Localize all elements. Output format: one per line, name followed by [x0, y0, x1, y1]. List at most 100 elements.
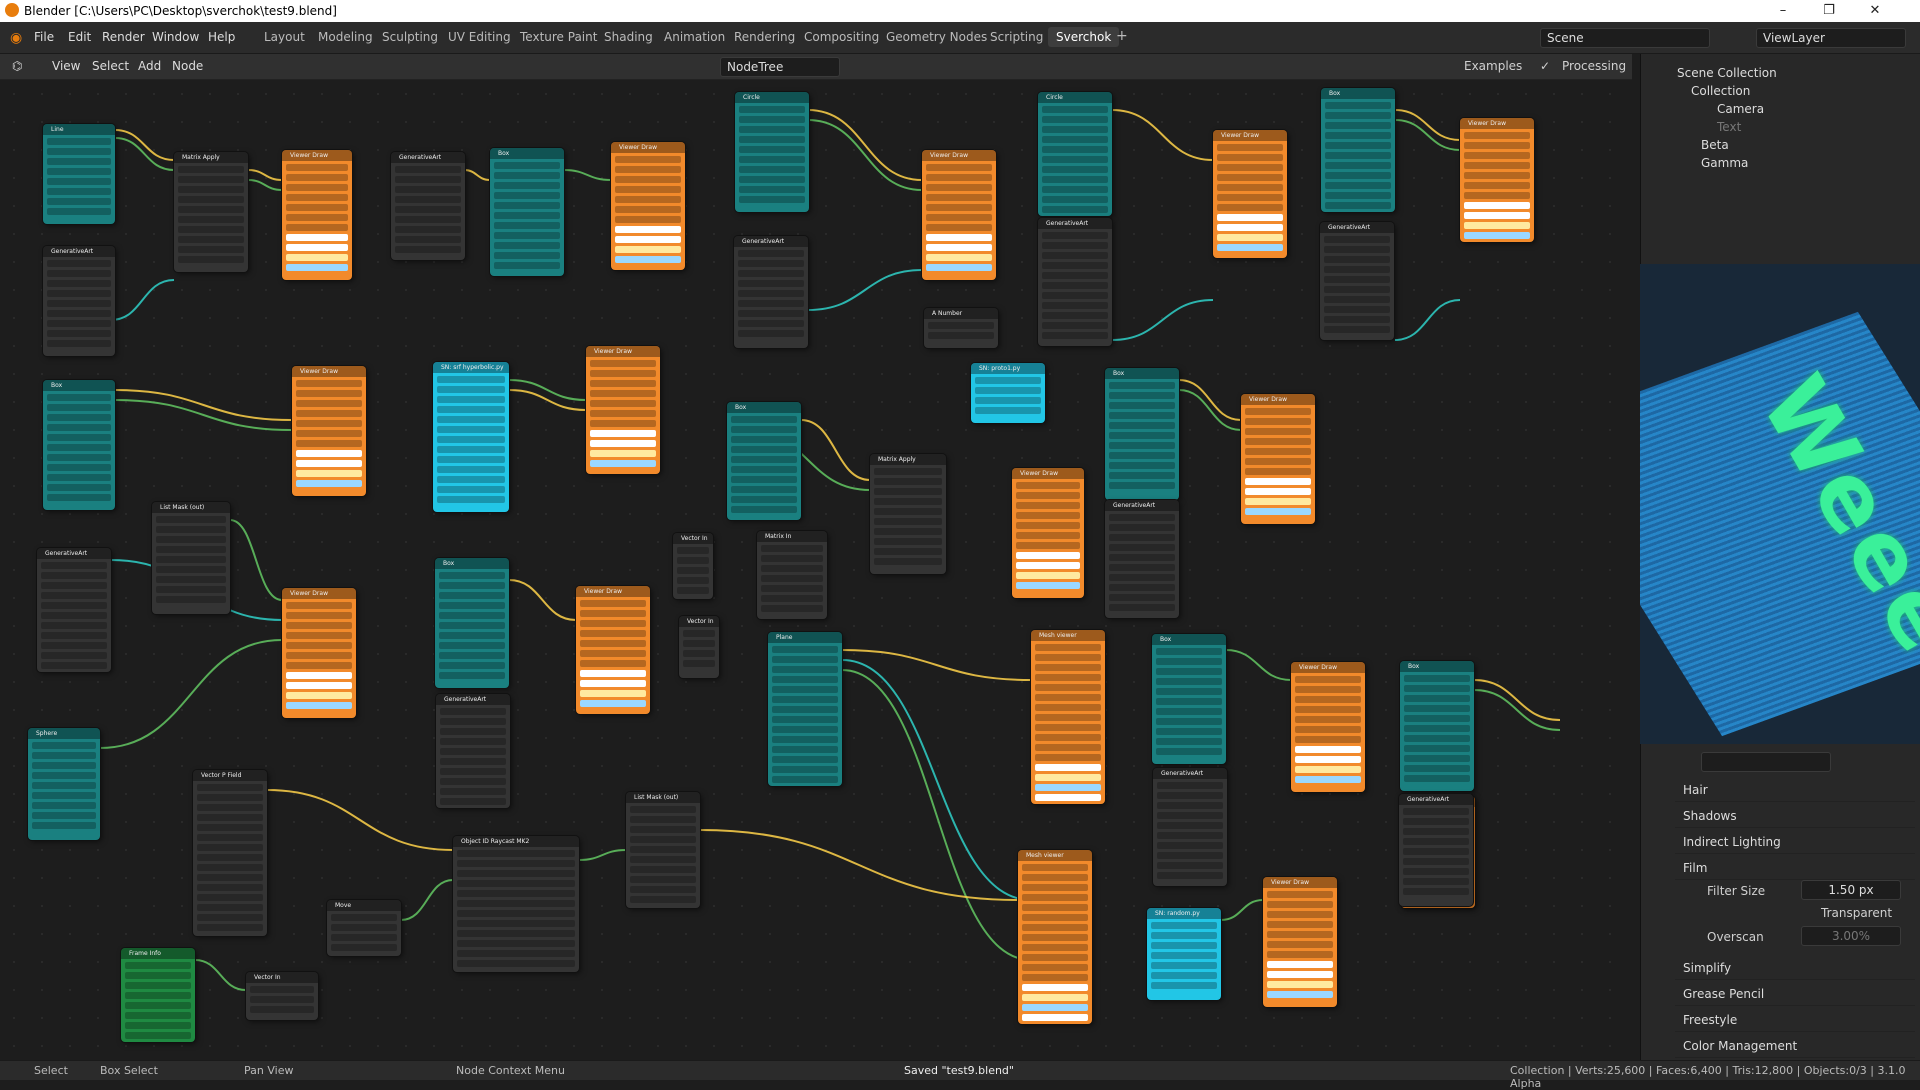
- node-header[interactable]: Matrix In: [757, 531, 827, 542]
- node-box[interactable]: Box: [490, 148, 564, 276]
- menu-view[interactable]: View: [52, 59, 80, 73]
- node-header[interactable]: Vector In: [246, 972, 318, 983]
- overscan-field[interactable]: 3.00%: [1801, 926, 1901, 946]
- tab-uv-editing[interactable]: UV Editing: [448, 30, 511, 44]
- node-viewer-draw[interactable]: Viewer Draw: [1012, 468, 1084, 598]
- node-move[interactable]: Move: [327, 900, 401, 956]
- menu-file[interactable]: File: [34, 30, 54, 44]
- node-header[interactable]: Box: [435, 558, 509, 569]
- tab-shading[interactable]: Shading: [604, 30, 653, 44]
- node-header[interactable]: Box: [1105, 368, 1179, 379]
- node-vector-in[interactable]: Vector In: [679, 616, 719, 678]
- node-circle[interactable]: Circle: [1038, 92, 1112, 216]
- node-plane[interactable]: Plane: [768, 632, 842, 786]
- node-header[interactable]: Viewer Draw: [282, 588, 356, 599]
- node-generativeart[interactable]: GenerativeArt: [1038, 218, 1112, 346]
- node-mesh-viewer[interactable]: Mesh viewer: [1018, 850, 1092, 1024]
- minimize-button[interactable]: –: [1760, 0, 1806, 22]
- section-hair[interactable]: Hair: [1675, 778, 1915, 802]
- menu-edit[interactable]: Edit: [68, 30, 91, 44]
- node-generativeart[interactable]: GenerativeArt: [43, 246, 115, 356]
- node-generativeart[interactable]: GenerativeArt: [1105, 500, 1179, 618]
- node-header[interactable]: Viewer Draw: [586, 346, 660, 357]
- node-matrix-apply[interactable]: Matrix Apply: [870, 454, 946, 574]
- node-header[interactable]: List Mask (out): [152, 502, 230, 513]
- node-list-mask-out-[interactable]: List Mask (out): [626, 792, 700, 908]
- node-viewer-draw[interactable]: Viewer Draw: [611, 142, 685, 270]
- node-header[interactable]: GenerativeArt: [1038, 218, 1112, 229]
- node-header[interactable]: Mesh viewer: [1018, 850, 1092, 861]
- blender-menu-icon[interactable]: ◉: [10, 30, 22, 46]
- tab-compositing[interactable]: Compositing: [804, 30, 879, 44]
- 3d-viewport[interactable]: Weee: [1640, 264, 1920, 744]
- node-header[interactable]: SN: proto1.py: [971, 363, 1045, 374]
- menu-add[interactable]: Add: [138, 59, 161, 73]
- processing-check-icon[interactable]: ✓: [1540, 59, 1550, 73]
- node-box[interactable]: Box: [435, 558, 509, 688]
- node-viewer-draw[interactable]: Viewer Draw: [282, 588, 356, 718]
- node-header[interactable]: Viewer Draw: [611, 142, 685, 153]
- node-header[interactable]: Matrix Apply: [870, 454, 946, 465]
- node-vector-in[interactable]: Vector In: [246, 972, 318, 1020]
- node-circle[interactable]: Circle: [735, 92, 809, 212]
- node-matrix-apply[interactable]: Matrix Apply: [174, 152, 248, 272]
- node-header[interactable]: Box: [43, 380, 115, 391]
- node-generativeart[interactable]: GenerativeArt: [37, 548, 111, 672]
- node-header[interactable]: Viewer Draw: [1012, 468, 1084, 479]
- node-box[interactable]: Box: [43, 380, 115, 510]
- navigation-gizmo[interactable]: [1810, 284, 1870, 344]
- node-header[interactable]: Circle: [735, 92, 809, 103]
- node-header[interactable]: Viewer Draw: [576, 586, 650, 597]
- tab-layout[interactable]: Layout: [264, 30, 305, 44]
- node-a-number[interactable]: A Number: [924, 308, 998, 348]
- node-box[interactable]: Box: [1152, 634, 1226, 764]
- node-header[interactable]: Sphere: [28, 728, 100, 739]
- node-header[interactable]: Box: [490, 148, 564, 159]
- node-header[interactable]: Viewer Draw: [1241, 394, 1315, 405]
- node-viewer-draw[interactable]: Viewer Draw: [1291, 662, 1365, 792]
- node-tree-selector[interactable]: NodeTree: [720, 57, 840, 77]
- outliner-root[interactable]: Scene Collection: [1677, 66, 1777, 80]
- node-header[interactable]: Matrix Apply: [174, 152, 248, 163]
- tab-sverchok[interactable]: Sverchok: [1048, 27, 1120, 47]
- node-header[interactable]: SN: srf hyperbolic.py: [433, 362, 509, 373]
- properties-search[interactable]: [1701, 752, 1831, 772]
- node-header[interactable]: SN: random.py: [1147, 908, 1221, 919]
- tab-modeling[interactable]: Modeling: [318, 30, 373, 44]
- node-matrix-in[interactable]: Matrix In: [757, 531, 827, 619]
- node-header[interactable]: GenerativeArt: [37, 548, 111, 559]
- node-header[interactable]: Viewer Draw: [922, 150, 996, 161]
- node-mesh-viewer[interactable]: Mesh viewer: [1031, 630, 1105, 804]
- node-header[interactable]: Viewer Draw: [1460, 118, 1534, 129]
- section-shadows[interactable]: Shadows: [1675, 804, 1915, 828]
- node-header[interactable]: GenerativeArt: [1320, 222, 1394, 233]
- node-vector-in[interactable]: Vector In: [673, 533, 713, 599]
- outliner-gamma[interactable]: Gamma: [1701, 156, 1748, 170]
- node-sn-proto1-py[interactable]: SN: proto1.py: [971, 363, 1045, 423]
- tab-texture-paint[interactable]: Texture Paint: [520, 30, 597, 44]
- menu-help[interactable]: Help: [208, 30, 235, 44]
- node-header[interactable]: GenerativeArt: [43, 246, 115, 257]
- node-list-mask-out-[interactable]: List Mask (out): [152, 502, 230, 614]
- node-sn-random-py[interactable]: SN: random.py: [1147, 908, 1221, 1000]
- close-button[interactable]: ✕: [1852, 0, 1898, 22]
- outliner-beta[interactable]: Beta: [1701, 138, 1729, 152]
- node-generativeart[interactable]: GenerativeArt: [1320, 222, 1394, 340]
- node-line[interactable]: Line: [43, 124, 115, 224]
- node-generativeart[interactable]: GenerativeArt: [1153, 768, 1227, 886]
- node-generativeart[interactable]: GenerativeArt: [391, 152, 465, 260]
- outliner-collection[interactable]: Collection: [1691, 84, 1750, 98]
- node-header[interactable]: Circle: [1038, 92, 1112, 103]
- node-header[interactable]: Mesh viewer: [1031, 630, 1105, 641]
- node-header[interactable]: Plane: [768, 632, 842, 643]
- node-header[interactable]: Box: [1321, 88, 1395, 99]
- node-viewer-draw[interactable]: Viewer Draw: [576, 586, 650, 714]
- maximize-button[interactable]: ❐: [1806, 0, 1852, 22]
- menu-select[interactable]: Select: [92, 59, 129, 73]
- node-editor-canvas[interactable]: Line Matrix Apply Viewer Draw GenerativeArt…: [0, 80, 1632, 1060]
- menu-window[interactable]: Window: [152, 30, 199, 44]
- node-header[interactable]: Box: [1400, 661, 1474, 672]
- menu-node[interactable]: Node: [172, 59, 203, 73]
- node-generativeart[interactable]: GenerativeArt: [1399, 794, 1473, 906]
- tab-scripting[interactable]: Scripting: [990, 30, 1043, 44]
